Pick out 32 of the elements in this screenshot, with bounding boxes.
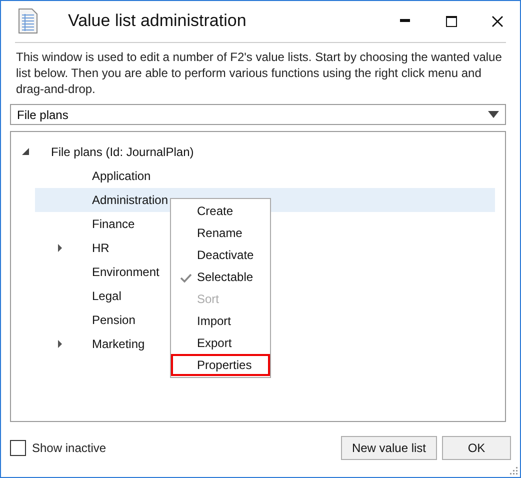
checkbox-label: Show inactive bbox=[32, 441, 108, 455]
dropdown-caret-icon bbox=[488, 111, 499, 118]
new-value-list-button[interactable]: New value list bbox=[340, 436, 437, 460]
tree-item[interactable]: File plans (Id: JournalPlan) bbox=[51, 145, 194, 159]
menu-item[interactable]: Deactivate bbox=[171, 244, 270, 266]
description-text: This window is used to edit a number of F2's value lists. Start by choosing the wanted value list below. Then you are able to perform various functions using the right click menu and drag-and-drop. bbox=[16, 49, 503, 97]
menu-item[interactable]: Export bbox=[171, 332, 270, 354]
value-list-dropdown[interactable]: File plans bbox=[10, 104, 506, 125]
menu-item[interactable]: Selectable bbox=[171, 266, 270, 288]
expand-icon[interactable] bbox=[55, 339, 65, 349]
tree-item[interactable]: Legal bbox=[92, 289, 122, 303]
tree-item[interactable]: Pension bbox=[92, 313, 136, 327]
menu-item[interactable]: Create bbox=[171, 200, 270, 222]
tree-item[interactable]: Marketing bbox=[92, 337, 145, 351]
expand-icon[interactable] bbox=[55, 243, 65, 253]
menu-item[interactable]: Import bbox=[171, 310, 270, 332]
window-title: Value list administration bbox=[68, 11, 248, 31]
tree-item[interactable]: HR bbox=[92, 241, 110, 255]
tree-item[interactable]: Application bbox=[92, 169, 151, 183]
ok-button[interactable]: OK bbox=[442, 436, 511, 460]
minimize-icon[interactable] bbox=[400, 19, 410, 23]
maximize-icon[interactable] bbox=[446, 16, 456, 26]
tree-item[interactable]: Environment bbox=[92, 265, 160, 279]
menu-item[interactable]: Properties bbox=[171, 354, 270, 376]
tree-item[interactable]: Administration bbox=[92, 193, 168, 207]
document-icon bbox=[18, 8, 38, 34]
tree-item[interactable]: Finance bbox=[92, 217, 135, 231]
close-icon[interactable] bbox=[492, 16, 502, 26]
menu-item[interactable]: Rename bbox=[171, 222, 270, 244]
check-icon bbox=[180, 273, 192, 283]
collapse-icon[interactable] bbox=[21, 147, 31, 157]
resize-grip-icon[interactable] bbox=[508, 465, 518, 475]
